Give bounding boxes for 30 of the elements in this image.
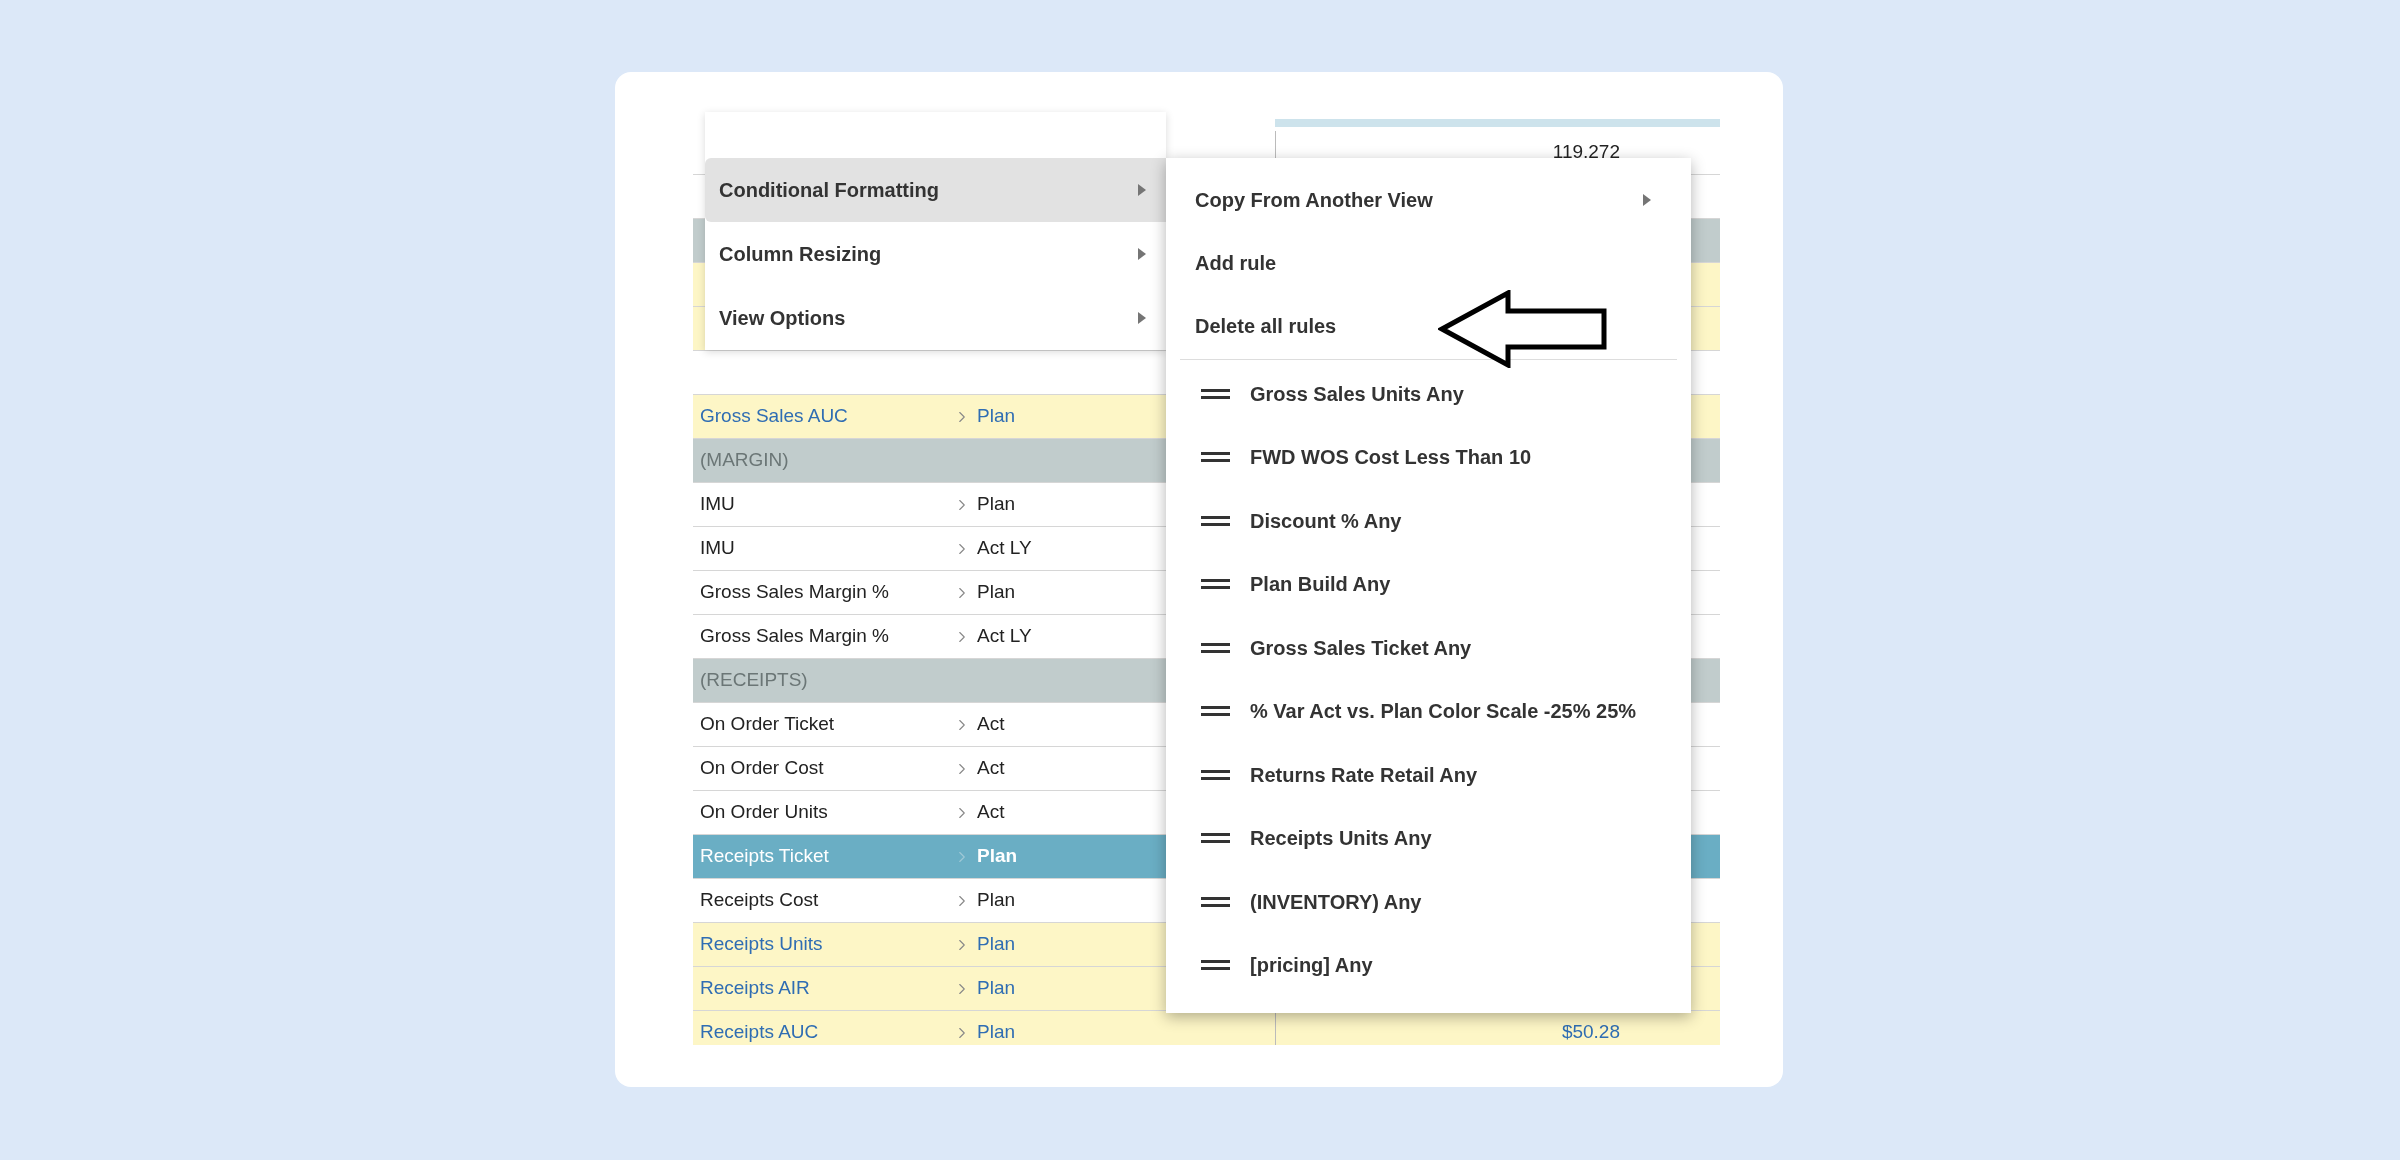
version-label: Plan [977,1020,1016,1045]
metric-label: Receipts Ticket [700,845,829,867]
version-label: Act [977,756,1005,781]
version-label: Act LY [977,536,1032,561]
metric-label: On Order Ticket [700,713,835,735]
metric-label: Receipts AIR [700,977,810,999]
version-label: Plan [977,976,1016,1001]
metric-label: Receipts Units [700,933,823,955]
version-label: Plan [977,888,1016,913]
metric-label: On Order Cost [700,757,824,779]
version-label: Plan [977,492,1016,517]
version-label: Act [977,800,1005,825]
version-label: Act LY [977,624,1032,649]
metric-label: Receipts AUC [700,1021,819,1043]
value-cell-text: $50.28 [1561,1020,1620,1045]
metric-label: Gross Sales Margin % [700,625,889,647]
version-label: Plan [977,580,1016,605]
metric-label: Receipts Cost [700,889,819,911]
version-label: Plan [977,844,1018,869]
metric-label: Gross Sales AUC [700,405,848,427]
version-label: Act [977,712,1005,737]
version-label: Plan [977,404,1016,429]
metric-label: IMU [700,493,735,515]
group-label: (MARGIN) [700,449,789,471]
metric-label: On Order Units [700,801,828,823]
metric-label: Gross Sales Margin % [700,581,889,603]
value-cell-text: 119,272 [1552,140,1620,165]
version-label: Plan [977,932,1016,957]
group-label: (RECEIPTS) [700,669,808,691]
metric-label: IMU [700,537,735,559]
